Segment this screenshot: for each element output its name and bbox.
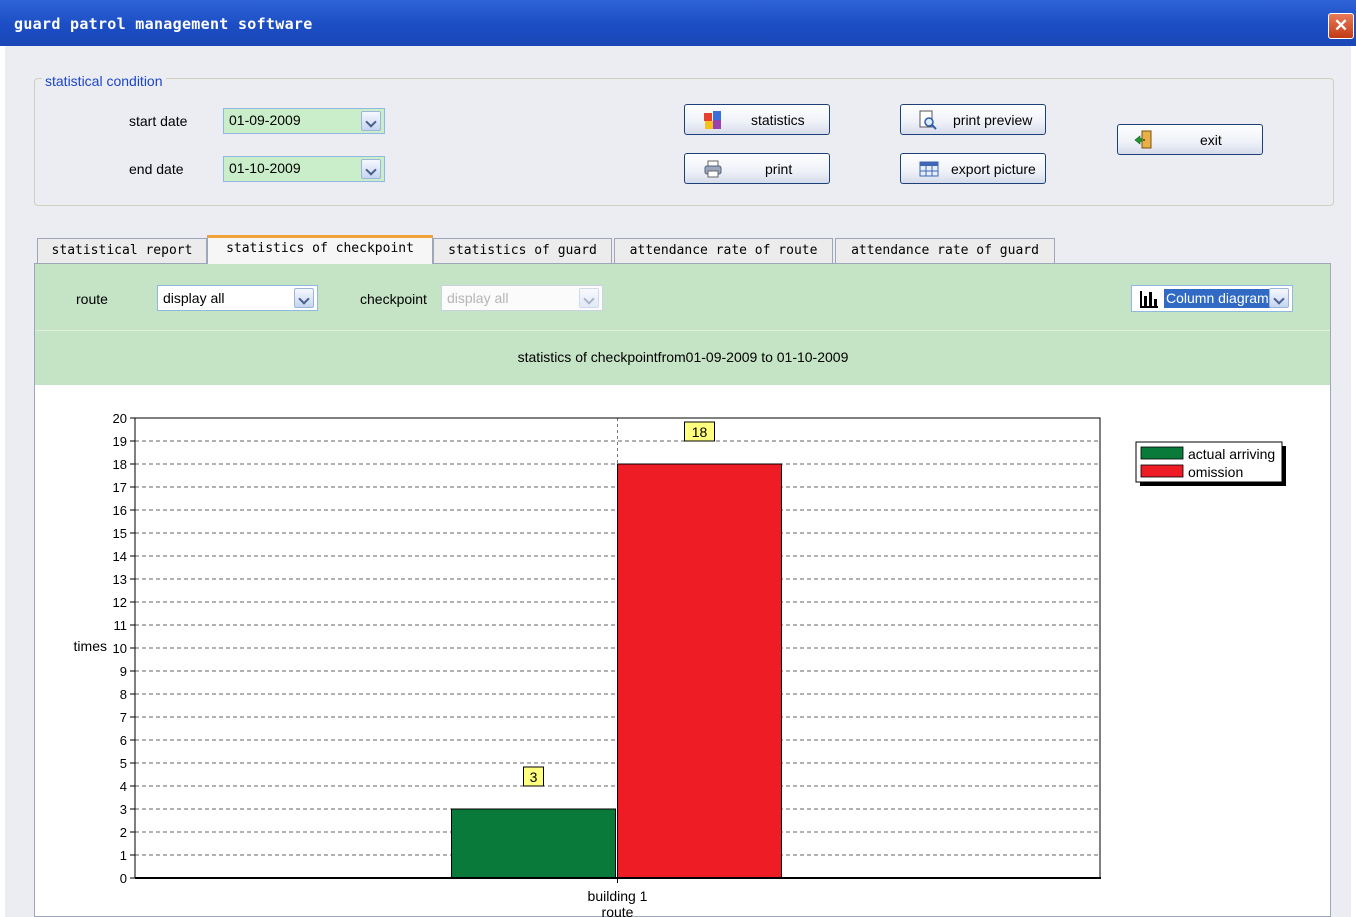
export-picture-label: export picture <box>951 161 1036 177</box>
chevron-down-icon[interactable] <box>1269 288 1289 308</box>
tab-statistics-of-guard[interactable]: statistics of guard <box>433 238 612 263</box>
tab-label: statistics of guard <box>448 243 597 258</box>
title-bar: guard patrol management software <box>0 0 1356 46</box>
print-button[interactable]: print <box>684 153 830 184</box>
statistics-button[interactable]: statistics <box>684 104 830 135</box>
end-date-value: 01-10-2009 <box>229 160 301 176</box>
tab-attendance-rate-of-guard[interactable]: attendance rate of guard <box>835 238 1055 263</box>
window-title: guard patrol management software <box>14 15 313 33</box>
divider <box>35 330 1330 331</box>
chevron-down-icon[interactable] <box>294 288 314 308</box>
tab-label: attendance rate of route <box>629 243 818 258</box>
statistics-icon <box>704 111 721 129</box>
route-label: route <box>76 291 108 307</box>
tab-label: attendance rate of guard <box>851 243 1039 258</box>
chevron-down-icon <box>579 288 599 308</box>
print-preview-label: print preview <box>953 112 1033 128</box>
exit-button[interactable]: exit <box>1117 124 1263 155</box>
exit-door-icon <box>1134 130 1152 149</box>
start-date-picker[interactable]: 01-09-2009 <box>223 108 385 134</box>
close-button[interactable]: ✕ <box>1328 13 1354 39</box>
printer-icon <box>704 160 722 178</box>
tab-statistical-report[interactable]: statistical report <box>37 238 207 263</box>
checkpoint-select[interactable]: display all <box>441 285 603 311</box>
print-label: print <box>765 161 793 177</box>
route-select[interactable]: display all <box>157 285 318 311</box>
checkpoint-label: checkpoint <box>360 291 427 307</box>
print-preview-icon <box>919 110 937 130</box>
filter-bar <box>35 264 1330 385</box>
chevron-down-icon[interactable] <box>361 159 381 179</box>
end-date-label: end date <box>129 161 184 177</box>
export-picture-button[interactable]: export picture <box>900 153 1046 184</box>
start-date-label: start date <box>129 113 188 129</box>
chart-type-select[interactable]: Column diagram <box>1131 285 1293 312</box>
print-preview-button[interactable]: print preview <box>900 104 1046 135</box>
chevron-down-icon[interactable] <box>361 111 381 131</box>
statistics-label: statistics <box>751 112 805 128</box>
exit-label: exit <box>1200 132 1222 148</box>
chart-type-value: Column diagram <box>1164 289 1271 308</box>
chart-heading: statistics of checkpointfrom01-09-2009 t… <box>517 349 849 365</box>
end-date-picker[interactable]: 01-10-2009 <box>223 156 385 182</box>
tab-statistics-of-checkpoint[interactable]: statistics of checkpoint <box>207 235 433 264</box>
route-select-value: display all <box>163 290 225 306</box>
tab-attendance-rate-of-route[interactable]: attendance rate of route <box>614 238 833 263</box>
checkpoint-select-value: display all <box>447 290 509 306</box>
tab-label: statistics of checkpoint <box>226 241 414 256</box>
start-date-value: 01-09-2009 <box>229 112 301 128</box>
tab-label: statistical report <box>51 243 193 258</box>
group-label: statistical condition <box>42 73 166 89</box>
column-chart-icon <box>1140 291 1158 308</box>
export-picture-icon <box>919 161 939 177</box>
